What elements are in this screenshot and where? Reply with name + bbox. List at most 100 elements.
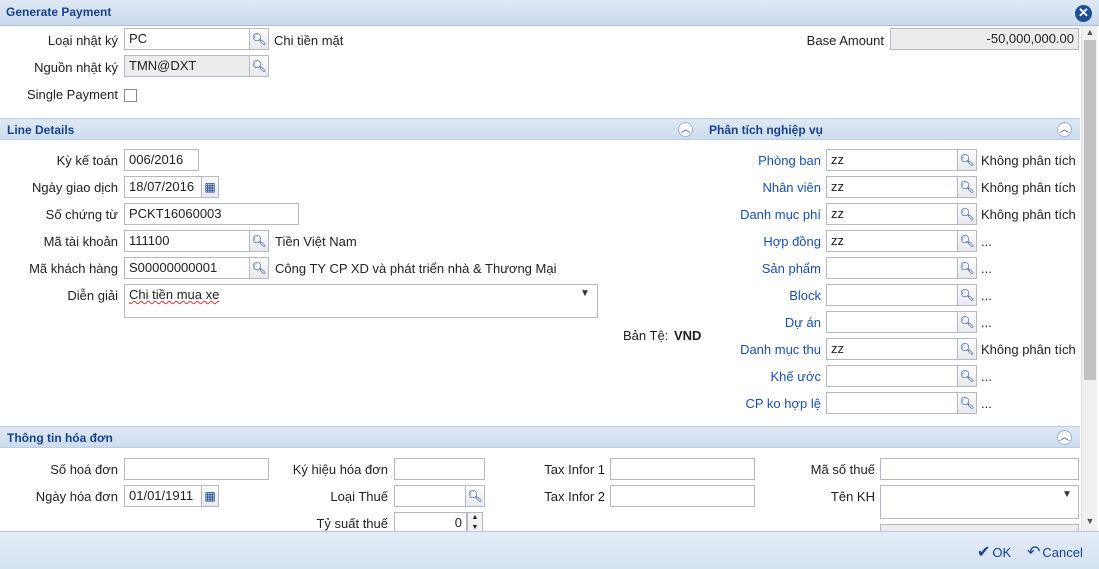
analysis-7-input[interactable]: zz	[826, 338, 958, 360]
search-icon[interactable]: 🔍︎	[957, 284, 977, 306]
analysis-2-label[interactable]: Danh mục phí	[700, 207, 821, 222]
loai-nhat-ky-desc: Chi tiền mặt	[274, 33, 344, 48]
dien-giai-label: Diễn giải	[67, 288, 118, 303]
analysis-0-label[interactable]: Phòng ban	[700, 153, 821, 168]
search-icon[interactable]: 🔍︎	[249, 257, 269, 279]
line-details-title: Line Details	[7, 123, 75, 137]
search-icon[interactable]: 🔍︎	[957, 392, 977, 414]
ten-kh-label: Tên KH	[830, 489, 875, 504]
loai-nhat-ky-label: Loại nhật ký	[47, 33, 118, 48]
ngay-hoa-don-input[interactable]: 01/01/1911	[124, 485, 202, 507]
ngay-giao-dich-input[interactable]: 18/07/2016	[124, 176, 202, 198]
extra-field[interactable]	[880, 524, 1079, 531]
search-icon[interactable]: 🔍︎	[957, 230, 977, 252]
vertical-scrollbar[interactable]: ▲ ▼	[1081, 26, 1097, 531]
analysis-7-label[interactable]: Danh mục thu	[700, 342, 821, 357]
analysis-1-label[interactable]: Nhân viên	[700, 180, 821, 195]
line-details-header: Line Details ︿	[0, 118, 700, 140]
window-title: Generate Payment	[6, 5, 112, 19]
base-amount-input[interactable]: -50,000,000.00	[890, 28, 1079, 50]
search-icon[interactable]: 🔍︎	[957, 365, 977, 387]
ok-button-label: OK	[992, 545, 1012, 560]
invoice-title: Thông tin hóa đơn	[7, 431, 113, 445]
scrollbar-thumb[interactable]	[1084, 40, 1096, 380]
search-icon[interactable]: 🔍︎	[249, 28, 269, 50]
analysis-3-desc: ...	[981, 234, 992, 249]
ok-button[interactable]: ✔ OK	[977, 542, 1011, 562]
analysis-6-label[interactable]: Dự án	[700, 315, 821, 330]
ky-ke-toan-input[interactable]: 006/2016	[124, 149, 199, 171]
dien-giai-textarea[interactable]: Chi tiền mua xe	[124, 284, 598, 318]
ban-te-value: VND	[674, 328, 702, 343]
search-icon[interactable]: 🔍︎	[465, 485, 485, 507]
ma-tai-khoan-desc: Tiền Việt Nam	[275, 234, 357, 249]
so-hoa-don-input[interactable]	[124, 458, 269, 480]
search-icon[interactable]: 🔍︎	[957, 311, 977, 333]
search-icon[interactable]: 🔍︎	[957, 203, 977, 225]
spinner-icon[interactable]: ▲ ▼	[467, 512, 483, 531]
tax-infor-1-label: Tax Infor 1	[544, 462, 605, 477]
ma-khach-hang-input[interactable]: S00000000001	[124, 257, 250, 279]
analysis-3-label[interactable]: Hợp đồng	[700, 234, 821, 249]
analysis-9-input[interactable]	[826, 392, 958, 414]
analysis-1-input[interactable]: zz	[826, 176, 958, 198]
analysis-0-input[interactable]: zz	[826, 149, 958, 171]
analysis-4-desc: ...	[981, 261, 992, 276]
loai-thue-input[interactable]	[394, 485, 466, 507]
ma-tai-khoan-input[interactable]: 111100	[124, 230, 250, 252]
analysis-8-desc: ...	[981, 369, 992, 384]
loai-nhat-ky-input[interactable]: PC	[124, 28, 250, 50]
ty-suat-thue-input[interactable]: 0	[394, 512, 467, 531]
loai-thue-label: Loại Thuế	[330, 489, 388, 504]
analysis-5-label[interactable]: Block	[700, 288, 821, 303]
form-content: Loại nhật ký PC 🔍︎ Chi tiền mặt Nguồn nh…	[0, 26, 1080, 531]
search-icon[interactable]: 🔍︎	[957, 149, 977, 171]
analysis-4-label[interactable]: Sản phẩm	[700, 261, 821, 276]
calendar-icon[interactable]: ▦	[201, 176, 219, 198]
search-icon[interactable]: 🔍︎	[249, 230, 269, 252]
chevron-up-icon[interactable]: ︿	[1057, 430, 1072, 445]
ten-kh-textarea[interactable]	[880, 485, 1079, 519]
close-icon[interactable]: ✕	[1075, 5, 1092, 22]
chevron-down-icon[interactable]: ▼	[580, 288, 590, 299]
chevron-up-icon[interactable]: ︿	[678, 122, 693, 137]
cancel-button[interactable]: ↶ Cancel	[1027, 542, 1083, 562]
ky-hieu-hoa-don-input[interactable]	[394, 458, 485, 480]
chevron-up-icon[interactable]: ︿	[1057, 122, 1072, 137]
single-payment-checkbox[interactable]	[124, 89, 137, 102]
analysis-5-input[interactable]	[826, 284, 958, 306]
analysis-2-desc: Không phân tích	[981, 207, 1076, 222]
dialog-footer: ✔ OK ↶ Cancel	[0, 531, 1099, 569]
tax-infor-2-input[interactable]	[610, 485, 755, 507]
window-titlebar: Generate Payment ✕	[0, 0, 1099, 26]
analysis-6-input[interactable]	[826, 311, 958, 333]
analysis-5-desc: ...	[981, 288, 992, 303]
search-icon[interactable]: 🔍︎	[957, 176, 977, 198]
search-icon[interactable]: 🔍︎	[957, 257, 977, 279]
analysis-3-input[interactable]: zz	[826, 230, 958, 252]
ky-hieu-hoa-don-label: Ký hiệu hóa đơn	[292, 462, 388, 477]
cancel-button-label: Cancel	[1042, 545, 1083, 560]
analysis-0-desc: Không phân tích	[981, 153, 1076, 168]
scroll-up-arrow[interactable]: ▲	[1082, 27, 1098, 37]
search-icon[interactable]: 🔍︎	[957, 338, 977, 360]
scroll-down-arrow[interactable]: ▼	[1082, 516, 1098, 526]
analysis-4-input[interactable]	[826, 257, 958, 279]
ma-so-thue-input[interactable]	[880, 458, 1079, 480]
nguon-nhat-ky-input[interactable]: TMN@DXT	[124, 55, 250, 77]
so-chung-tu-input[interactable]: PCKT16060003	[124, 203, 299, 225]
analysis-8-label[interactable]: Khế ước	[700, 369, 821, 384]
nguon-nhat-ky-label: Nguồn nhật ký	[34, 60, 118, 75]
analysis-9-label[interactable]: CP ko hợp lệ	[700, 396, 822, 411]
undo-icon: ↶	[1027, 544, 1041, 561]
calendar-icon[interactable]: ▦	[201, 485, 219, 507]
base-amount-label: Base Amount	[806, 33, 884, 48]
ma-so-thue-label: Mã số thuế	[810, 462, 875, 477]
search-icon[interactable]: 🔍︎	[249, 55, 269, 77]
chevron-down-icon[interactable]: ▼	[1062, 489, 1072, 500]
ban-te-label: Bản Tệ:	[623, 328, 669, 343]
tax-infor-1-input[interactable]	[610, 458, 755, 480]
analysis-8-input[interactable]	[826, 365, 958, 387]
analysis-title: Phân tích nghiệp vụ	[709, 123, 824, 137]
analysis-2-input[interactable]: zz	[826, 203, 958, 225]
